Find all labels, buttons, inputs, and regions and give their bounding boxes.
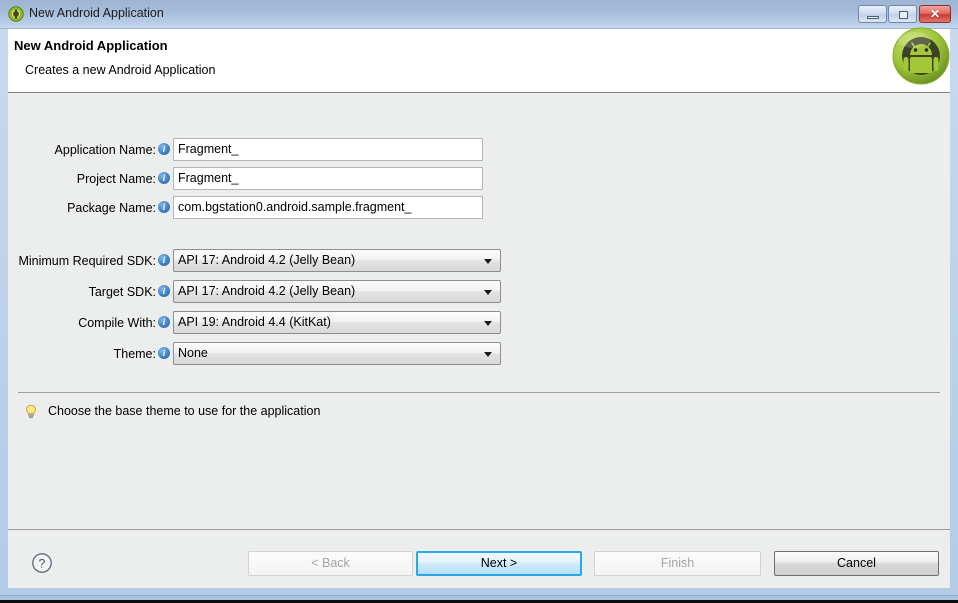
hint-text: Choose the base theme to use for the app… [48,404,321,418]
info-icon[interactable] [158,201,170,213]
field-row-application-name: Application Name: Fragment_ [8,138,508,162]
package-name-input[interactable]: com.bgstation0.android.sample.fragment_ [173,196,483,219]
target-sdk-value: API 17: Android 4.2 (Jelly Bean) [178,284,356,298]
android-robot-logo [890,25,952,87]
application-name-input[interactable]: Fragment_ [173,138,483,161]
minimum-sdk-label: Minimum Required SDK: [18,254,156,268]
info-icon[interactable] [158,347,170,359]
minimum-sdk-dropdown[interactable]: API 17: Android 4.2 (Jelly Bean) [173,249,501,272]
maximize-button[interactable] [888,5,917,23]
target-sdk-dropdown[interactable]: API 17: Android 4.2 (Jelly Bean) [173,280,501,303]
field-row-project-name: Project Name: Fragment_ [8,167,508,191]
close-icon: ✕ [929,7,941,21]
banner-title: New Android Application [14,38,168,53]
application-name-label: Application Name: [54,143,156,157]
title-bar[interactable]: New Android Application ✕ [0,0,958,29]
theme-dropdown[interactable]: None [173,342,501,365]
label-col: Compile With: [8,311,156,335]
minimum-sdk-value: API 17: Android 4.2 (Jelly Bean) [178,253,356,267]
compile-with-label: Compile With: [78,316,156,330]
target-sdk-label: Target SDK: [88,285,156,299]
lightbulb-icon [24,404,38,420]
info-icon[interactable] [158,143,170,155]
minimize-icon [867,16,879,19]
field-row-package-name: Package Name: com.bgstation0.android.sam… [8,196,508,220]
info-icon[interactable] [158,172,170,184]
field-row-target-sdk: Target SDK: API 17: Android 4.2 (Jelly B… [8,280,518,304]
minimize-button[interactable] [858,5,887,23]
finish-button[interactable]: Finish [594,551,761,576]
dialog-body: New Android Application Creates a new An… [8,27,950,588]
project-name-label: Project Name: [76,172,156,186]
field-row-compile-with: Compile With: API 19: Android 4.4 (KitKa… [8,311,518,335]
horizontal-divider [18,392,940,393]
dialog-window: New Android Application ✕ New Android Ap… [0,0,958,595]
label-col: Theme: [8,342,156,366]
svg-text:?: ? [39,556,46,570]
chevron-down-icon [484,352,492,357]
package-name-label: Package Name: [67,201,156,215]
next-button[interactable]: Next > [416,551,582,576]
compile-with-dropdown[interactable]: API 19: Android 4.4 (KitKat) [173,311,501,334]
label-col: Project Name: [8,167,156,191]
info-icon[interactable] [158,316,170,328]
compile-with-value: API 19: Android 4.4 (KitKat) [178,315,331,329]
project-name-input[interactable]: Fragment_ [173,167,483,190]
label-col: Target SDK: [8,280,156,304]
help-button[interactable]: ? [31,552,53,574]
label-col: Minimum Required SDK: [8,249,156,273]
theme-label: Theme: [113,347,156,361]
info-icon[interactable] [158,254,170,266]
hint-bar: Choose the base theme to use for the app… [8,402,950,422]
chevron-down-icon [484,290,492,295]
chevron-down-icon [484,321,492,326]
label-col: Application Name: [8,138,156,162]
theme-value: None [178,346,208,360]
android-round-icon [8,6,24,22]
chevron-down-icon [484,259,492,264]
field-row-theme: Theme: None [8,342,518,366]
maximize-icon [899,11,908,19]
label-col: Package Name: [8,196,156,220]
dialog-button-bar: ? < Back Next > Finish Cancel [8,529,950,588]
dialog-banner: New Android Application Creates a new An… [8,27,950,93]
banner-subtitle: Creates a new Android Application [25,63,216,77]
close-button[interactable]: ✕ [919,5,951,23]
form-area: Application Name: Fragment_ Project Name… [8,94,950,524]
field-row-minimum-sdk: Minimum Required SDK: API 17: Android 4.… [8,249,518,273]
back-button[interactable]: < Back [248,551,413,576]
cancel-button[interactable]: Cancel [774,551,939,576]
window-title: New Android Application [29,6,164,20]
info-icon[interactable] [158,285,170,297]
